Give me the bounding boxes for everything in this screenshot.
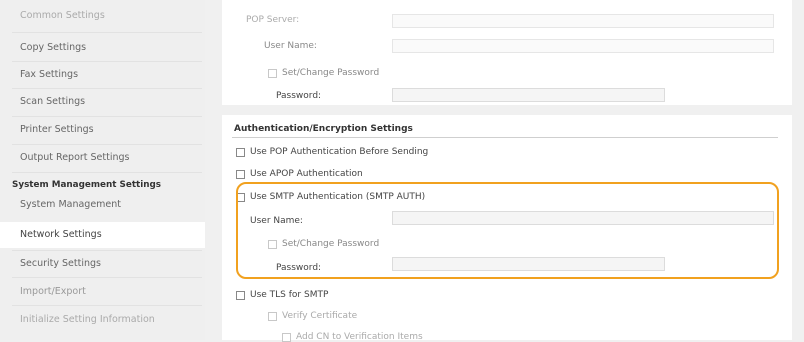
smtp-password-input[interactable] — [392, 257, 665, 271]
sidebar-item-security-settings[interactable]: Security Settings — [0, 251, 205, 277]
smtp-auth-checkbox[interactable] — [236, 193, 245, 202]
sidebar-divider — [12, 172, 202, 173]
smtp-auth-label: Use SMTP Authentication (SMTP AUTH) — [250, 192, 426, 202]
sidebar-item-import-export[interactable]: Import/Export — [0, 279, 205, 305]
pop-username-label: User Name: — [264, 41, 317, 51]
sidebar-divider — [12, 277, 202, 278]
sidebar-item-common-settings[interactable]: Common Settings — [0, 3, 205, 29]
pop-password-label: Password: — [276, 91, 322, 101]
sidebar-divider — [12, 305, 202, 306]
sidebar-item-printer-settings[interactable]: Printer Settings — [0, 117, 205, 143]
tls-smtp-checkbox[interactable] — [236, 291, 245, 300]
smtp-username-label: User Name: — [250, 216, 303, 226]
pop-server-input[interactable] — [392, 14, 774, 28]
sidebar-item-output-report-settings[interactable]: Output Report Settings — [0, 145, 205, 171]
pop-server-label: POP Server: — [246, 15, 300, 25]
sidebar-item-system-management[interactable]: System Management — [0, 192, 205, 218]
pop-before-sending-checkbox[interactable] — [236, 148, 245, 157]
tls-smtp-label: Use TLS for SMTP — [250, 290, 329, 300]
smtp-password-label: Password: — [276, 263, 322, 273]
apop-label: Use APOP Authentication — [250, 169, 363, 179]
pop-set-change-password-label: Set/Change Password — [282, 68, 380, 78]
sidebar-item-copy-settings[interactable]: Copy Settings — [0, 35, 205, 61]
verify-certificate-checkbox[interactable] — [268, 312, 277, 321]
sidebar-item-scan-settings[interactable]: Scan Settings — [0, 89, 205, 115]
pop-password-input[interactable] — [392, 88, 665, 102]
pop-before-sending-label: Use POP Authentication Before Sending — [250, 147, 429, 157]
sidebar-divider — [12, 32, 202, 33]
sidebar-item-network-settings[interactable]: Network Settings — [0, 222, 205, 248]
smtp-set-change-password-label: Set/Change Password — [282, 239, 380, 249]
verify-certificate-label: Verify Certificate — [282, 311, 358, 321]
add-cn-label: Add CN to Verification Items — [296, 332, 423, 342]
pop-username-input[interactable] — [392, 39, 774, 53]
pop-set-change-password-checkbox[interactable] — [268, 69, 277, 78]
auth-section-title: Authentication/Encryption Settings — [234, 124, 413, 134]
sidebar-item-initialize-setting-information[interactable]: Initialize Setting Information — [0, 307, 205, 333]
sidebar-item-fax-settings[interactable]: Fax Settings — [0, 62, 205, 88]
smtp-username-input[interactable] — [392, 211, 774, 225]
section-divider — [232, 137, 778, 138]
smtp-set-change-password-checkbox[interactable] — [268, 240, 277, 249]
sidebar-section-header: System Management Settings — [12, 180, 162, 190]
apop-checkbox[interactable] — [236, 170, 245, 179]
settings-sidebar: Common Settings Copy Settings Fax Settin… — [0, 0, 205, 340]
add-cn-checkbox[interactable] — [282, 333, 291, 342]
